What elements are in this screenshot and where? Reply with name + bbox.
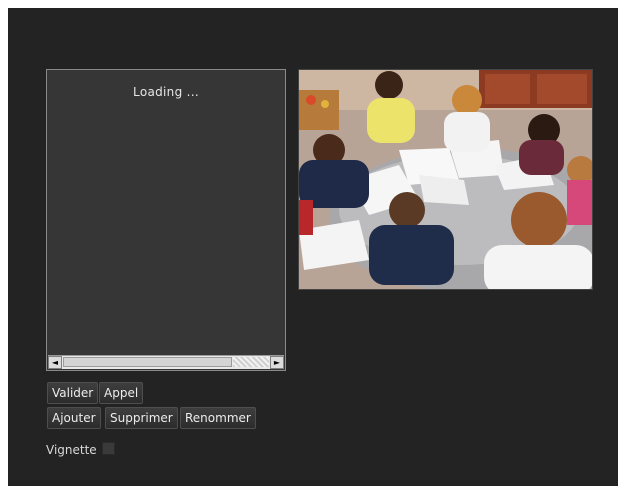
- classroom-photo-illustration: [299, 70, 592, 289]
- scroll-thumb[interactable]: [63, 357, 232, 367]
- scroll-track[interactable]: [233, 357, 269, 367]
- scroll-left-arrow-icon[interactable]: ◄: [48, 356, 62, 369]
- call-button[interactable]: Appel: [99, 382, 144, 404]
- scroll-right-arrow-icon[interactable]: ►: [270, 356, 284, 369]
- image-list-panel[interactable]: Loading ... ◄ ►: [46, 69, 286, 371]
- vignette-checkbox[interactable]: [102, 442, 115, 455]
- preview-photo: [298, 69, 593, 290]
- validate-button[interactable]: Valider: [47, 382, 99, 404]
- loading-text: Loading ...: [133, 85, 199, 99]
- delete-button[interactable]: Supprimer: [105, 407, 178, 429]
- vignette-label: Vignette: [46, 443, 97, 457]
- add-button[interactable]: Ajouter: [47, 407, 101, 429]
- rename-button[interactable]: Renommer: [180, 407, 256, 429]
- horizontal-scrollbar[interactable]: ◄ ►: [48, 355, 284, 369]
